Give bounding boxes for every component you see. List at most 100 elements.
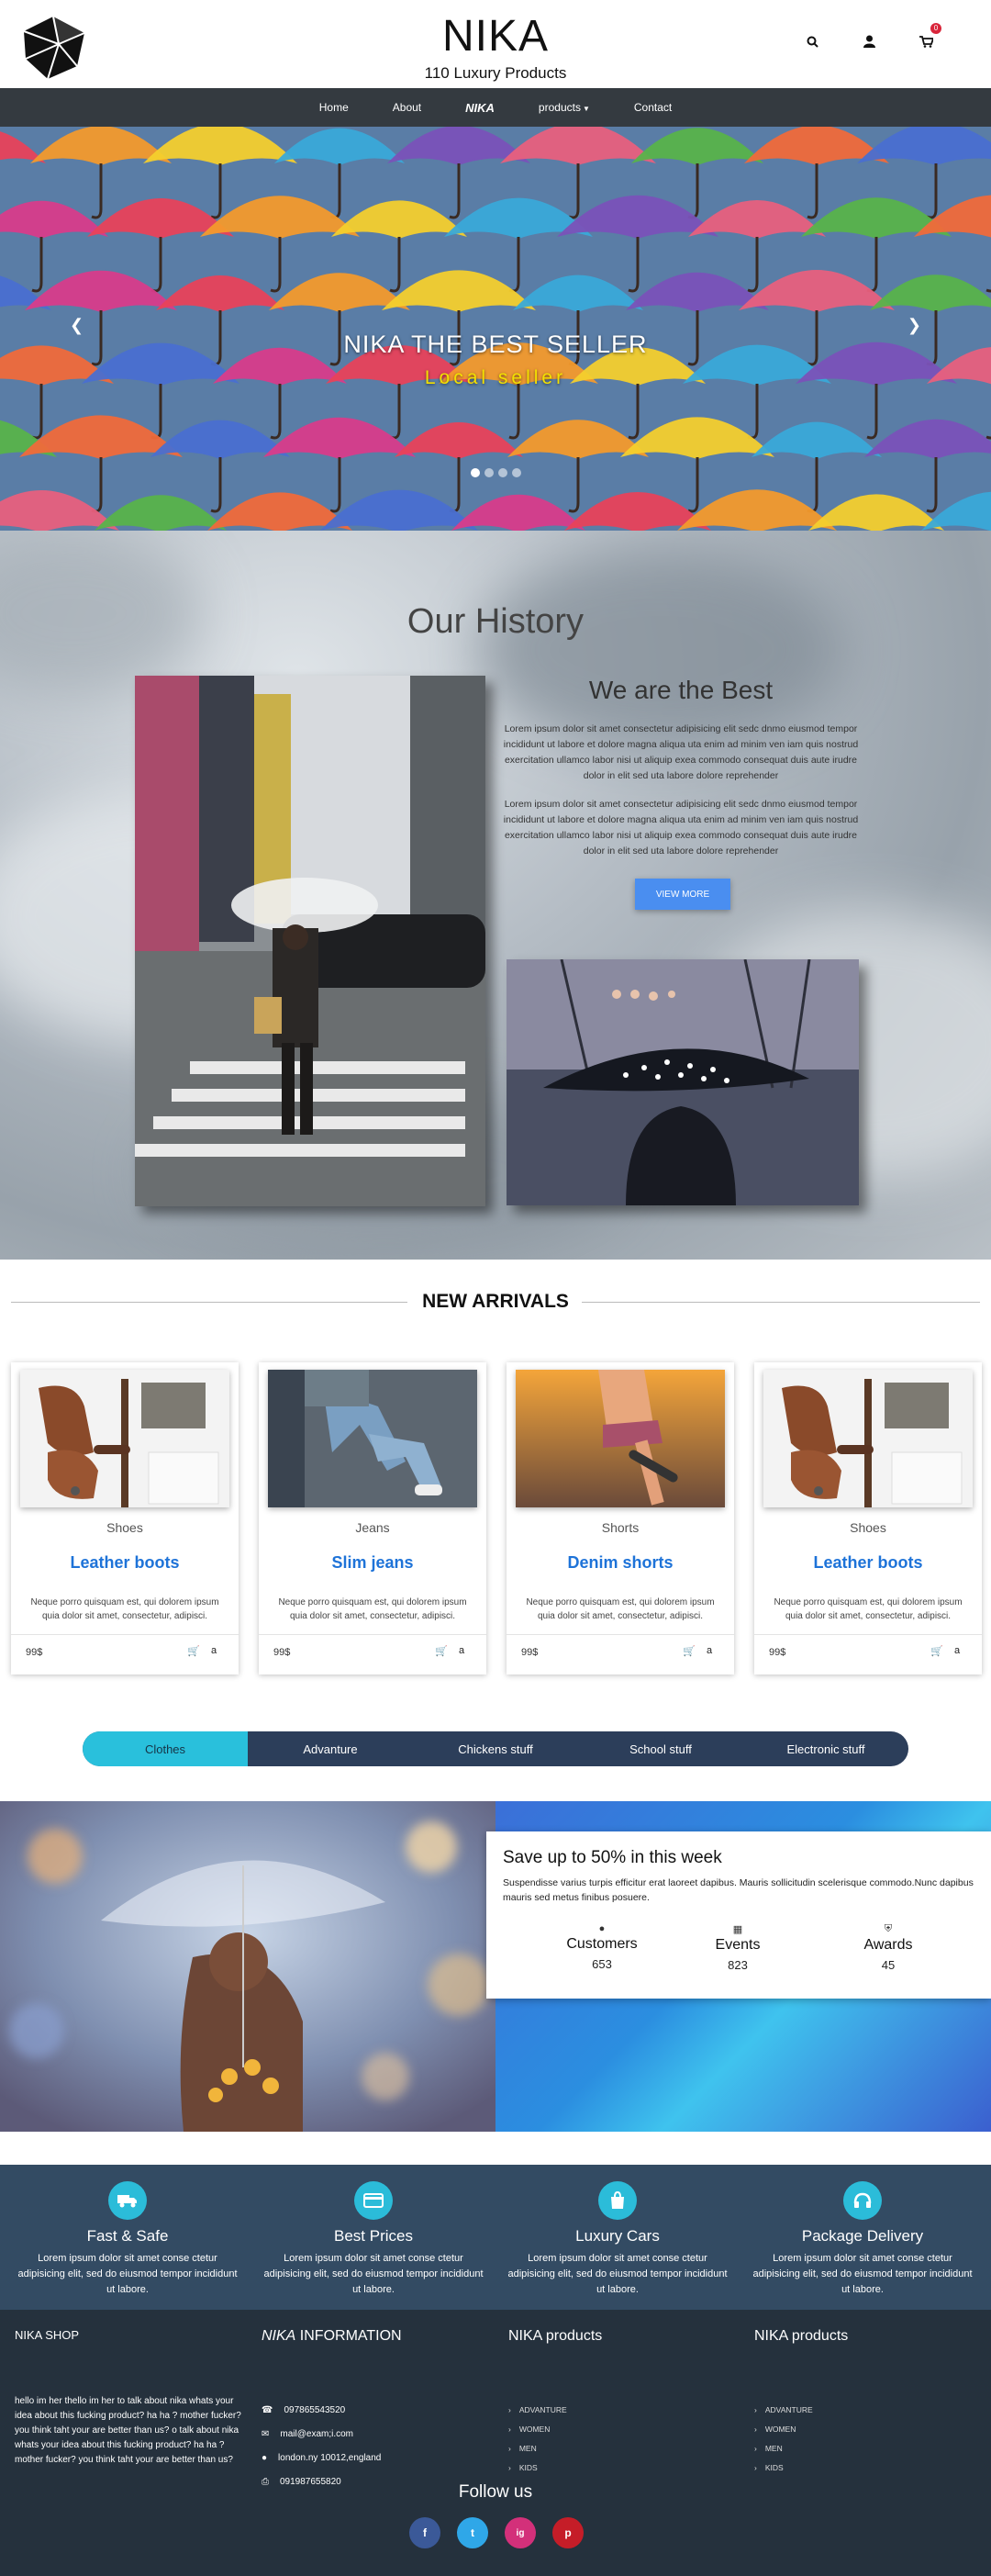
product-name[interactable]: Slim jeans <box>259 1553 486 1573</box>
carousel-dot[interactable] <box>511 468 521 477</box>
footer-shop-text: hello im her thello im her to talk about… <box>15 2396 241 2465</box>
product-name[interactable]: Leather boots <box>754 1553 982 1573</box>
product-price: 99$ <box>26 1647 43 1658</box>
footer-link[interactable]: › MEN <box>508 2444 537 2453</box>
footer-info-title: NIKA INFORMATION <box>262 2328 491 2345</box>
nav-products-dropdown[interactable]: products ▼ <box>517 101 612 114</box>
footer-link-label: WOMEN <box>518 2425 551 2434</box>
feature-title: Luxury Cars <box>575 2227 660 2245</box>
promo-text: Suspendisse varius turpis efficitur erat… <box>503 1877 974 1903</box>
cart-icon[interactable]: 🛒 <box>683 1645 696 1657</box>
divider <box>259 1634 486 1635</box>
truck-icon <box>108 2181 147 2220</box>
chevron-right-icon: › <box>754 2425 757 2434</box>
hero-title: NIKA THE BEST SELLER <box>343 330 648 358</box>
product-image <box>516 1370 725 1507</box>
footer-link[interactable]: › KIDS <box>508 2463 538 2472</box>
footer-link[interactable]: › WOMEN <box>754 2425 796 2434</box>
chevron-right-icon: › <box>508 2405 511 2414</box>
feature-item: Fast & Safe Lorem ipsum dolor sit amet c… <box>5 2181 251 2298</box>
cart-icon[interactable]: 🛒 <box>435 1645 448 1657</box>
footer-link[interactable]: › ADVANTURE <box>754 2405 813 2414</box>
product-card[interactable]: Shorts Denim shorts Neque porro quisquam… <box>507 1362 734 1674</box>
amazon-icon[interactable]: a <box>211 1645 217 1656</box>
cart-icon[interactable]: 0 <box>916 23 941 51</box>
product-price: 99$ <box>521 1647 539 1658</box>
tab-clothes[interactable]: Clothes <box>83 1731 248 1766</box>
phone-number: 097865543520 <box>284 2405 346 2415</box>
product-card[interactable]: Shoes Leather boots Neque porro quisquam… <box>754 1362 982 1674</box>
nav-contact[interactable]: Contact <box>612 101 694 114</box>
product-description: Neque porro quisquam est, qui dolorem ip… <box>774 1597 963 1621</box>
contact-email: ✉ mail@exam;i.com <box>262 2429 353 2439</box>
carousel-dot[interactable] <box>497 468 507 477</box>
contact-phone: ☎ 097865543520 <box>262 2405 345 2415</box>
history-subheading: We are the Best <box>588 676 774 704</box>
hero-carousel: ❮ ❯ NIKA THE BEST SELLER Local seller <box>0 127 991 531</box>
instagram-icon[interactable]: ig <box>505 2517 536 2548</box>
footer-link[interactable]: › WOMEN <box>508 2425 550 2434</box>
feature-item: Best Prices Lorem ipsum dolor sit amet c… <box>251 2181 496 2298</box>
chevron-right-icon: › <box>754 2444 757 2453</box>
main-nav: Home About NIKA products ▼ Contact <box>0 88 991 127</box>
tab-chickens-stuff[interactable]: Chickens stuff <box>413 1731 578 1766</box>
footer-link[interactable]: › MEN <box>754 2444 783 2453</box>
product-card[interactable]: Shoes Leather boots Neque porro quisquam… <box>11 1362 239 1674</box>
pinterest-icon[interactable]: p <box>552 2517 584 2548</box>
footer-link[interactable]: › KIDS <box>754 2463 784 2472</box>
follow-us-title: Follow us <box>458 2482 533 2502</box>
chevron-right-icon: › <box>508 2425 511 2434</box>
nav-home[interactable]: Home <box>297 101 371 114</box>
tab-school-stuff[interactable]: School stuff <box>578 1731 743 1766</box>
footer-products-column: NIKA products › ADVANTURE › WOMEN › MEN › KI… <box>508 2328 738 2472</box>
chevron-right-icon: › <box>754 2405 757 2414</box>
carousel-dot[interactable] <box>470 468 480 477</box>
promo-card: Save up to 50% in this week Suspendisse … <box>486 1831 991 1999</box>
facebook-icon[interactable]: f <box>409 2517 440 2548</box>
footer-shop-column: NIKA SHOP hello im her thello im her to … <box>15 2328 244 2465</box>
nav-nika[interactable]: NIKA <box>443 101 517 115</box>
footer-products-title: NIKA products <box>508 2328 603 2344</box>
product-category: Shoes <box>850 1520 886 1535</box>
feature-text: Lorem ipsum dolor sit amet conse ctetur … <box>507 2253 728 2295</box>
view-more-button[interactable]: VIEW MORE <box>635 879 730 910</box>
carousel-dot[interactable] <box>484 468 494 477</box>
tab-electronic-stuff[interactable]: Electronic stuff <box>743 1731 908 1766</box>
amazon-icon[interactable]: a <box>707 1645 712 1656</box>
footer-products2-column: NIKA products › ADVANTURE › WOMEN › MEN › KI… <box>754 2328 984 2472</box>
footer-link-label: WOMEN <box>764 2425 796 2434</box>
stat-events: ▦ Events 823 <box>674 1923 802 1972</box>
product-category: Shoes <box>106 1520 143 1535</box>
user-icon[interactable] <box>859 31 879 51</box>
product-name[interactable]: Leather boots <box>11 1553 239 1573</box>
product-name[interactable]: Denim shorts <box>507 1553 734 1573</box>
site-tagline: 110 Luxury Products <box>424 64 567 82</box>
cart-icon[interactable]: 🛒 <box>930 1645 943 1657</box>
divider <box>507 1634 734 1635</box>
tab-advanture[interactable]: Advanture <box>248 1731 413 1766</box>
nav-about[interactable]: About <box>371 101 443 114</box>
amazon-icon[interactable]: a <box>954 1645 960 1656</box>
new-arrivals-title: NEW ARRIVALS <box>422 1291 569 1312</box>
headphones-icon <box>843 2181 882 2220</box>
email-address[interactable]: mail@exam;i.com <box>280 2429 353 2439</box>
amazon-icon[interactable]: a <box>459 1645 464 1656</box>
cart-icon[interactable]: 🛒 <box>187 1645 200 1657</box>
twitter-icon[interactable]: t <box>457 2517 488 2548</box>
phone-icon: ☎ <box>262 2405 273 2415</box>
feature-title: Fast & Safe <box>86 2227 169 2245</box>
calendar-icon: ▦ <box>732 1924 743 1935</box>
search-icon[interactable] <box>802 31 822 51</box>
chevron-down-icon: ▼ <box>582 105 590 113</box>
product-card[interactable]: Jeans Slim jeans Neque porro quisquam es… <box>259 1362 486 1674</box>
footer-link-label: KIDS <box>518 2463 538 2472</box>
footer-link-label: ADVANTURE <box>764 2405 813 2414</box>
stat-label: Awards <box>863 1937 913 1953</box>
product-description: Neque porro quisquam est, qui dolorem ip… <box>278 1597 467 1621</box>
footer-link-label: MEN <box>518 2444 537 2453</box>
feature-title: Package Delivery <box>801 2227 924 2245</box>
footer-link[interactable]: › ADVANTURE <box>508 2405 567 2414</box>
product-image <box>763 1370 973 1507</box>
nav-products-label: products <box>538 101 581 114</box>
product-image <box>268 1370 477 1507</box>
